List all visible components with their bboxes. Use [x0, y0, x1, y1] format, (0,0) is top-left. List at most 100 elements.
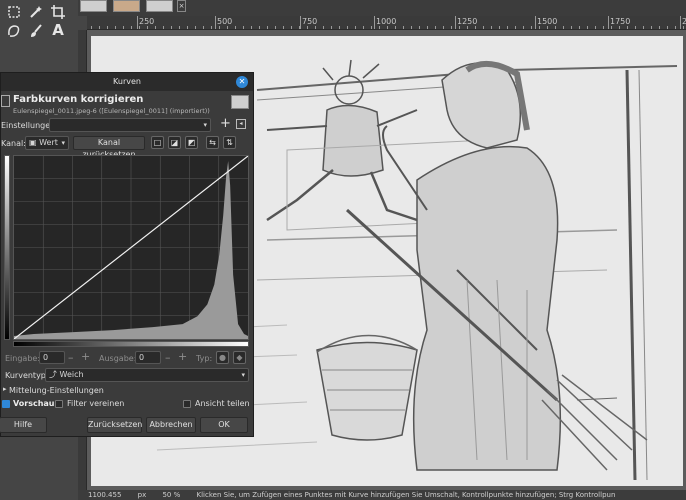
- ruler-tick: [435, 26, 436, 29]
- ruler-tick: [419, 26, 420, 29]
- layer-thumbnail: [231, 95, 249, 109]
- close-icon[interactable]: ✕: [236, 76, 248, 88]
- channel-icon: ▣: [29, 138, 40, 147]
- ruler-tick: [131, 26, 132, 29]
- eingabe-field[interactable]: 0: [39, 351, 65, 364]
- ruler-tick: [211, 26, 212, 29]
- ruler-tick: [171, 26, 172, 29]
- curve-type-select[interactable]: ⤴ Weich ▾: [45, 368, 249, 382]
- ruler-tick: [475, 26, 476, 29]
- ruler-label: 1750: [610, 17, 631, 26]
- ruler-tick: [667, 26, 668, 29]
- presets-select[interactable]: ▾: [49, 118, 211, 132]
- paintbrush-icon[interactable]: [28, 23, 44, 39]
- ruler-tick: [275, 26, 276, 29]
- unit-selector[interactable]: px: [138, 491, 147, 499]
- ansicht-teilen-label: Ansicht teilen: [195, 399, 250, 408]
- ruler-tick: [235, 26, 236, 29]
- ruler-tick: [331, 26, 332, 29]
- typ-label: Typ:: [196, 354, 213, 363]
- ruler-tick: [531, 26, 532, 29]
- ruler-tick: [659, 26, 660, 29]
- dialog-titlebar[interactable]: Kurven ✕: [1, 73, 253, 91]
- curve-type-value: Weich: [59, 370, 84, 379]
- eingabe-decrement[interactable]: –: [68, 351, 74, 364]
- zoom-selector[interactable]: 50 %: [162, 491, 180, 499]
- ruler-tick: [523, 26, 524, 29]
- ausgabe-decrement[interactable]: –: [165, 351, 171, 364]
- curve-graph[interactable]: [13, 155, 249, 340]
- image-thumb[interactable]: [80, 0, 107, 12]
- input-gradient: [13, 341, 249, 347]
- reset-channel-button[interactable]: Kanal zurücksetzen: [73, 136, 145, 159]
- ruler-major-tick: [374, 16, 375, 29]
- view-vertical-icon[interactable]: ⇅: [223, 136, 236, 149]
- ruler-tick: [387, 26, 388, 29]
- preset-menu-icon[interactable]: ◂: [236, 119, 246, 129]
- log-histogram-icon[interactable]: ◪: [168, 136, 181, 149]
- ruler-tick: [499, 26, 500, 29]
- expander-arrow-icon[interactable]: ▸: [3, 385, 7, 393]
- ruler-tick: [651, 26, 652, 29]
- ok-button[interactable]: OK: [200, 417, 248, 433]
- ruler-tick: [547, 26, 548, 29]
- ruler-tick: [635, 26, 636, 29]
- ruler-tick: [107, 26, 108, 29]
- eingabe-label: Eingabe:: [5, 354, 41, 363]
- ruler-label: 1500: [537, 17, 558, 26]
- chevron-down-icon: ▾: [61, 139, 65, 147]
- ruler-tick: [619, 26, 620, 29]
- close-tab-icon[interactable]: ×: [177, 0, 186, 12]
- eingabe-increment[interactable]: +: [81, 350, 90, 363]
- ausgabe-increment[interactable]: +: [178, 350, 187, 363]
- ruler-major-tick: [215, 16, 216, 29]
- ruler-tick: [643, 26, 644, 29]
- crop-icon[interactable]: [50, 4, 66, 20]
- dialog-title: Kurven: [113, 77, 141, 86]
- ruler-tick: [411, 26, 412, 29]
- ruler-tick: [219, 26, 220, 29]
- ruler-tick: [339, 26, 340, 29]
- mittelung-expander[interactable]: Mittelung-Einstellungen: [9, 386, 104, 395]
- ruler-tick: [315, 26, 316, 29]
- ruler-tick: [627, 26, 628, 29]
- ruler-tick: [91, 26, 92, 29]
- ruler-tick: [251, 26, 252, 29]
- rect-select-icon[interactable]: [6, 4, 22, 20]
- ruler-tick: [395, 26, 396, 29]
- cancel-button[interactable]: Abbrechen: [146, 417, 196, 433]
- add-preset-icon[interactable]: +: [220, 116, 231, 131]
- ruler-tick: [355, 26, 356, 29]
- ruler-tick: [267, 26, 268, 29]
- view-horizontal-icon[interactable]: ⇆: [206, 136, 219, 149]
- ruler-tick: [99, 26, 100, 29]
- image-thumb[interactable]: [113, 0, 140, 12]
- free-select-icon[interactable]: [6, 23, 22, 39]
- ruler-tick: [155, 26, 156, 29]
- filter-vereinen-checkbox[interactable]: [55, 400, 63, 408]
- text-icon[interactable]: A: [50, 22, 66, 38]
- fuzzy-select-icon[interactable]: [28, 4, 44, 20]
- ansicht-teilen-checkbox[interactable]: [183, 400, 191, 408]
- curve-mode-icon[interactable]: ◩: [185, 136, 198, 149]
- ruler-tick: [243, 26, 244, 29]
- ruler-tick: [203, 26, 204, 29]
- corner-point-icon[interactable]: ◆: [233, 351, 246, 364]
- help-button[interactable]: Hilfe: [0, 417, 47, 433]
- channel-select[interactable]: ▣ Wert ▾: [25, 136, 69, 150]
- smooth-point-icon[interactable]: ●: [216, 351, 229, 364]
- vorschau-checkbox[interactable]: [2, 400, 10, 408]
- ruler-label: 250: [139, 17, 155, 26]
- horizontal-ruler: 250 500 750 1000 1250 1500 1750 20: [87, 16, 686, 30]
- ruler-major-tick: [137, 16, 138, 29]
- ruler-tick: [595, 26, 596, 29]
- linear-histogram-icon[interactable]: □: [151, 136, 164, 149]
- curves-tool-icon: [1, 95, 10, 107]
- ruler-tick: [563, 26, 564, 29]
- image-thumb[interactable]: [146, 0, 173, 12]
- ausgabe-field[interactable]: 0: [135, 351, 161, 364]
- reset-button[interactable]: Zurücksetzen: [87, 417, 142, 433]
- ruler-label: 750: [302, 17, 318, 26]
- ruler-tick: [187, 26, 188, 29]
- ruler-tick: [347, 26, 348, 29]
